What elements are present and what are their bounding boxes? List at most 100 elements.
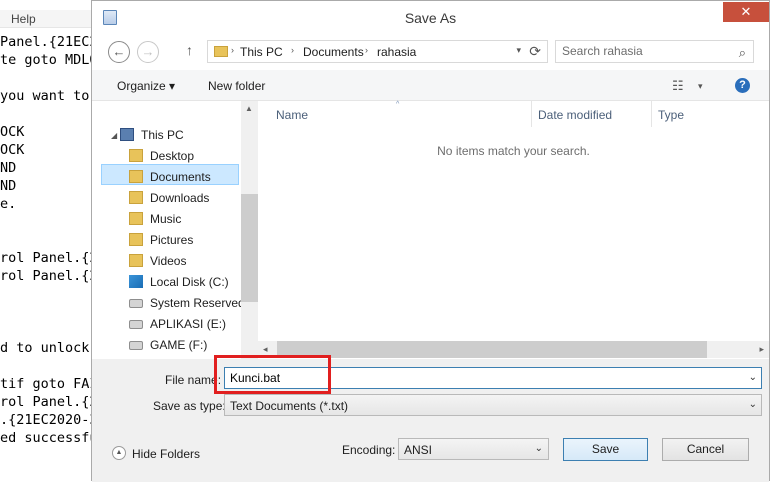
sidebar-item-music[interactable]: Music [129,209,239,229]
address-row: ← → ↑ › This PC › Documents › rahasia ▾ … [92,34,769,70]
save-as-dialog: Save As ✕ ← → ↑ › This PC › Documents › … [91,0,770,482]
scroll-up-icon[interactable]: ▲ [245,104,253,113]
sidebar-item-label: Desktop [150,149,195,163]
chevron-right-icon[interactable]: › [365,45,368,55]
sidebar-item-label: This PC [141,128,184,142]
search-box[interactable]: ⌕ [555,40,754,63]
dialog-title: Save As [404,10,457,26]
notepad-line [0,303,106,321]
notepad-line: .{21EC2020-3 [0,412,98,428]
notepad-line [0,321,106,339]
column-header-name[interactable]: Name [276,108,308,122]
breadcrumb-rahasia[interactable]: rahasia [377,45,416,59]
sidebar-item-downloads[interactable]: Downloads [129,188,239,208]
column-header-date-modified[interactable]: Date modified [538,108,612,122]
notepad-menu-bar: Help [0,10,100,28]
notepad-line [0,213,106,231]
hide-folders-button[interactable]: ▲ Hide Folders [112,445,212,463]
folder-icon [129,233,143,246]
sidebar-item-label: Local Disk (C:) [150,275,229,289]
cancel-button[interactable]: Cancel [662,438,749,461]
notepad-line: te goto MDLO [0,52,98,68]
sidebar-item-pictures[interactable]: Pictures [129,230,239,250]
notepad-line: you want to [0,88,90,104]
refresh-icon[interactable]: ⟳ [529,43,541,60]
folder-icon [214,46,228,57]
encoding-value: ANSI [404,443,433,457]
scroll-left-icon[interactable]: ◂ [263,344,268,355]
close-button[interactable]: ✕ [723,2,769,22]
notepad-line: rol Panel.{21 [0,250,106,266]
address-bar[interactable]: › This PC › Documents › rahasia ▾ ⟳ [207,40,548,63]
view-options-icon[interactable]: ☷ [672,78,684,94]
notepad-line: ed successfu [0,430,98,446]
notepad-line [0,357,106,375]
notepad-line: Panel.{21EC2 [0,34,98,50]
sidebar-item-this-pc[interactable]: This PC [120,125,230,145]
notepad-line: OCK [0,142,25,158]
back-arrow-icon[interactable]: ← [108,41,130,63]
horizontal-scrollbar-thumb[interactable] [277,341,707,358]
up-arrow-icon[interactable]: ↑ [186,42,193,58]
notepad-line: ND [0,178,17,194]
search-icon[interactable]: ⌕ [739,45,746,61]
collapse-icon: ▲ [112,446,126,460]
notepad-text-area[interactable]: Panel.{21EC2 te goto MDLO you want to OCK… [0,33,106,447]
scroll-right-icon[interactable]: ▸ [759,344,764,355]
chevron-down-icon[interactable]: ▾ [698,81,703,92]
help-icon[interactable]: ? [735,78,750,93]
sidebar-item-label: Documents [150,170,211,184]
column-divider[interactable] [651,101,652,127]
save-as-type-select[interactable]: Text Documents (*.txt) ⌄ [224,394,762,416]
organize-button[interactable]: Organize ▾ [117,79,175,93]
breadcrumb-documents[interactable]: Documents [303,45,364,59]
file-list-pane: ^ Name Date modified Type No items match… [258,101,769,359]
sort-arrow-icon: ^ [396,101,400,108]
sidebar-item-label: Downloads [150,191,210,205]
sidebar-item-game-f[interactable]: GAME (F:) [129,335,239,355]
chevron-right-icon[interactable]: › [231,45,234,55]
horizontal-scrollbar[interactable]: ◂ ▸ [258,341,769,358]
sidebar-item-label: Pictures [150,233,194,247]
sidebar-item-system-reserved[interactable]: System Reserved [129,293,245,313]
drive-icon [129,341,143,350]
encoding-label: Encoding: [342,443,396,457]
chevron-down-icon[interactable]: ⌄ [535,443,543,454]
sidebar-item-aplikasi-e[interactable]: APLIKASI (E:) [129,314,239,334]
command-toolbar: Organize ▾ New folder ☷ ▾ ? [92,70,769,101]
title-bar: Save As ✕ [92,1,769,34]
sidebar-item-local-disk-c[interactable]: Local Disk (C:) [129,272,239,292]
notepad-line [0,69,106,87]
search-input[interactable] [562,44,722,58]
sidebar-item-label: GAME (F:) [150,338,208,352]
sidebar-item-videos[interactable]: Videos [129,251,239,271]
nav-scrollbar-thumb[interactable] [241,194,258,302]
notepad-line: tif goto FAI [0,376,98,392]
chevron-down-icon[interactable]: ⌄ [749,399,757,410]
chevron-down-icon[interactable]: ▾ [516,45,521,56]
notepad-line: rol Panel.{2 [0,268,98,284]
chevron-right-icon[interactable]: › [291,45,294,55]
windows-drive-icon [129,275,143,288]
notepad-line [0,105,106,123]
sidebar-item-desktop[interactable]: Desktop [129,146,239,166]
notepad-line [0,231,106,249]
forward-arrow-icon[interactable]: → [137,41,159,63]
sidebar-item-label: Videos [150,254,187,268]
sidebar-item-documents[interactable]: Documents [129,167,239,187]
breadcrumb-this-pc[interactable]: This PC [240,45,283,59]
chevron-down-icon[interactable]: ⌄ [749,372,757,383]
folder-icon [129,254,143,267]
notepad-line: e. [0,196,17,212]
new-folder-button[interactable]: New folder [208,79,265,93]
column-divider[interactable] [531,101,532,127]
column-header-type[interactable]: Type [658,108,684,122]
navigation-pane: ◢ This PC Desktop Documents Downloads Mu… [92,101,258,359]
notepad-line: d to unlock [0,340,90,356]
menu-help[interactable]: Help [11,12,36,26]
encoding-select[interactable]: ANSI ⌄ [398,438,549,460]
folder-icon [129,212,143,225]
save-button[interactable]: Save [563,438,648,461]
expand-arrow-icon[interactable]: ◢ [111,131,117,140]
notepad-line [0,285,106,303]
